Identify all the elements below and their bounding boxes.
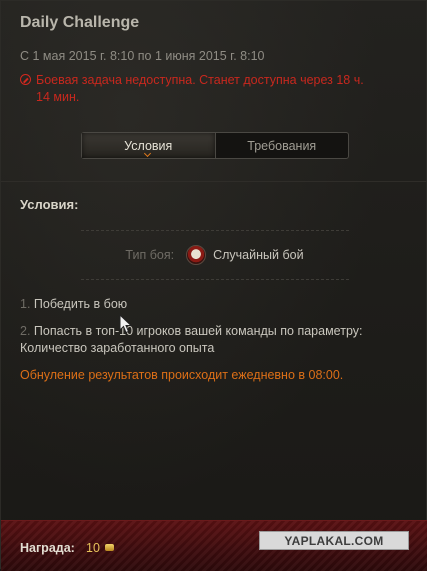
reward-value: 10 <box>86 541 100 555</box>
page-title: Daily Challenge <box>20 14 140 31</box>
error-circle-icon <box>20 74 31 85</box>
condition-number: 1. <box>20 297 31 311</box>
reward-bar: Награда: 10 YAPLAKAL.COM <box>1 520 427 571</box>
condition-text: Победить в бою <box>33 297 128 311</box>
dashed-divider <box>81 279 349 280</box>
tab-conditions[interactable]: Условия <box>82 133 216 158</box>
condition-item-1: 1. Победить в бою <box>20 296 127 313</box>
daily-challenge-panel: Daily Challenge С 1 мая 2015 г. 8:10 по … <box>0 0 427 571</box>
battle-type-row: Тип боя: Случайный бой <box>1 241 427 269</box>
battle-type-label: Тип боя: <box>125 248 175 262</box>
reward-label: Награда: <box>20 541 75 555</box>
unavailable-warning: Боевая задача недоступна. Станет доступн… <box>20 72 380 106</box>
condition-text: Попасть в топ-10 игроков вашей команды п… <box>33 324 363 338</box>
warning-text: Боевая задача недоступна. Станет доступн… <box>36 73 364 104</box>
condition-number: 2. <box>20 324 31 338</box>
challenge-dates: С 1 мая 2015 г. 8:10 по 1 июня 2015 г. 8… <box>20 49 265 63</box>
conditions-title: Условия: <box>20 197 79 212</box>
battle-type-value: Случайный бой <box>213 248 304 262</box>
condition-text-param: Количество заработанного опыта <box>20 341 215 355</box>
divider <box>1 181 427 182</box>
watermark: YAPLAKAL.COM <box>259 531 409 550</box>
gold-icon <box>105 544 114 551</box>
dashed-divider <box>81 230 349 231</box>
random-battle-icon <box>186 245 207 265</box>
condition-item-2: 2. Попасть в топ-10 игроков вашей команд… <box>20 323 400 357</box>
tab-requirements[interactable]: Требования <box>216 133 349 158</box>
reset-note: Обнуление результатов происходит ежеднев… <box>20 368 344 382</box>
tabs: Условия Требования <box>81 132 349 159</box>
